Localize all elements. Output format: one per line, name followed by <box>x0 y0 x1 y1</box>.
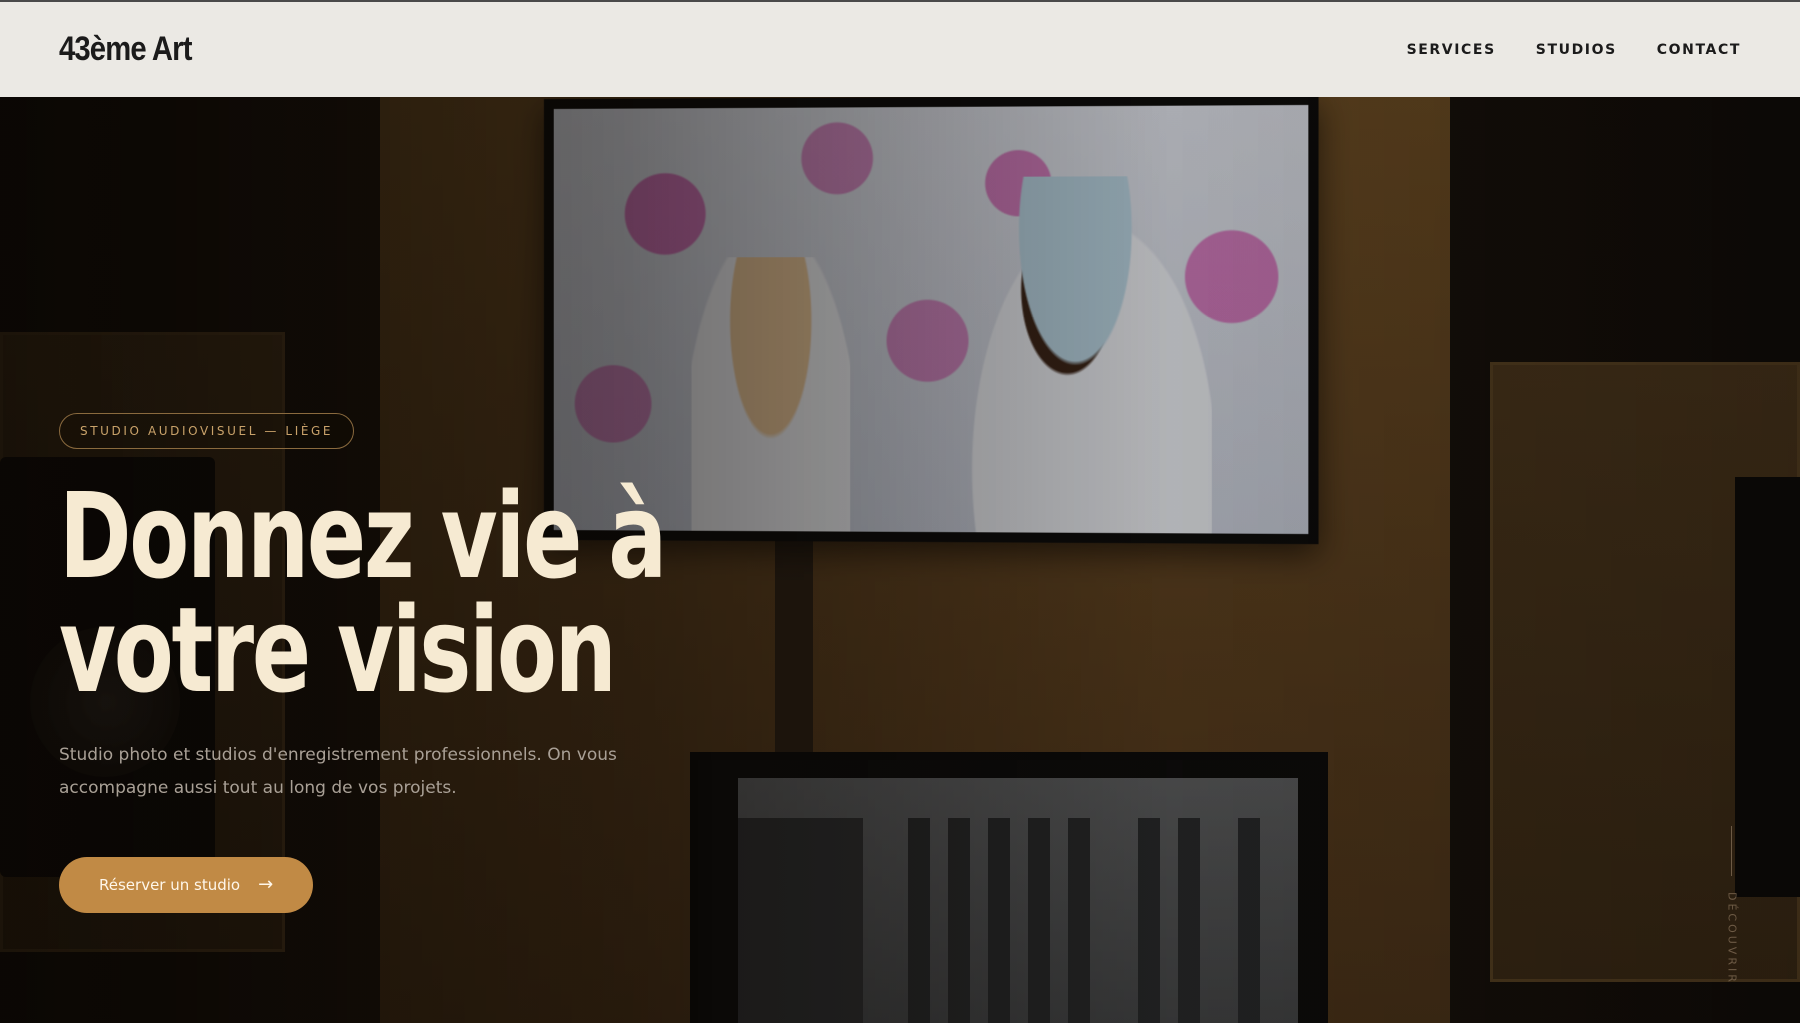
book-studio-button[interactable]: Réserver un studio → <box>59 857 313 913</box>
site-logo[interactable]: 43ème Art <box>59 30 192 69</box>
subtitle-line-2: accompagne aussi tout au long de vos pro… <box>59 778 457 798</box>
headline-line-1: Donnez vie à <box>59 479 577 593</box>
hero-headline: Donnez vie à votre vision <box>59 479 577 707</box>
location-badge: STUDIO AUDIOVISUEL — LIÈGE <box>59 413 354 449</box>
arrow-right-icon: → <box>258 876 273 894</box>
book-studio-label: Réserver un studio <box>99 876 240 894</box>
nav-services[interactable]: SERVICES <box>1407 42 1496 58</box>
subtitle-line-1: Studio photo et studios d'enregistrement… <box>59 745 617 765</box>
hero-subtitle: Studio photo et studios d'enregistrement… <box>59 739 619 805</box>
scroll-label: DÉCOUVRIR <box>1726 892 1739 985</box>
hero-content: STUDIO AUDIOVISUEL — LIÈGE Donnez vie à … <box>59 413 759 913</box>
scroll-indicator[interactable]: DÉCOUVRIR <box>1722 826 1742 976</box>
headline-line-2: votre vision <box>59 593 577 707</box>
main-nav: SERVICES STUDIOS CONTACT <box>1407 42 1741 58</box>
scroll-line <box>1731 826 1732 876</box>
nav-contact[interactable]: CONTACT <box>1657 42 1741 58</box>
site-header: 43ème Art SERVICES STUDIOS CONTACT <box>0 0 1800 97</box>
nav-studios[interactable]: STUDIOS <box>1536 42 1617 58</box>
